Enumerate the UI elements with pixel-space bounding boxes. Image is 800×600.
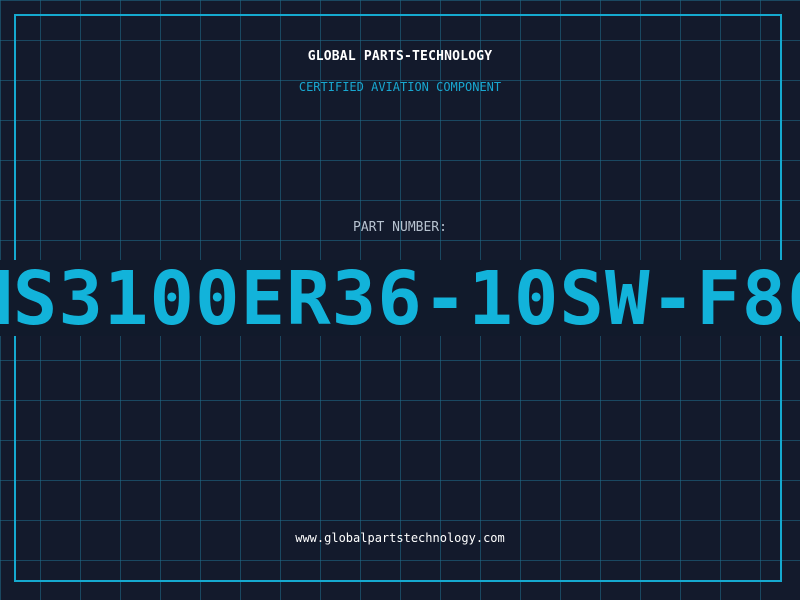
part-card: GLOBAL PARTS-TECHNOLOGY CERTIFIED AVIATI… (0, 0, 800, 600)
part-number-label: PART NUMBER: (353, 220, 447, 235)
company-name: GLOBAL PARTS-TECHNOLOGY (307, 49, 493, 64)
part-number-band: MS3100ER36-10SW-F80 (0, 260, 800, 336)
website-url: www.globalpartstechnology.com (295, 531, 505, 545)
certification-tagline: CERTIFIED AVIATION COMPONENT (298, 80, 502, 94)
part-number-value: MS3100ER36-10SW-F80 (0, 260, 800, 336)
